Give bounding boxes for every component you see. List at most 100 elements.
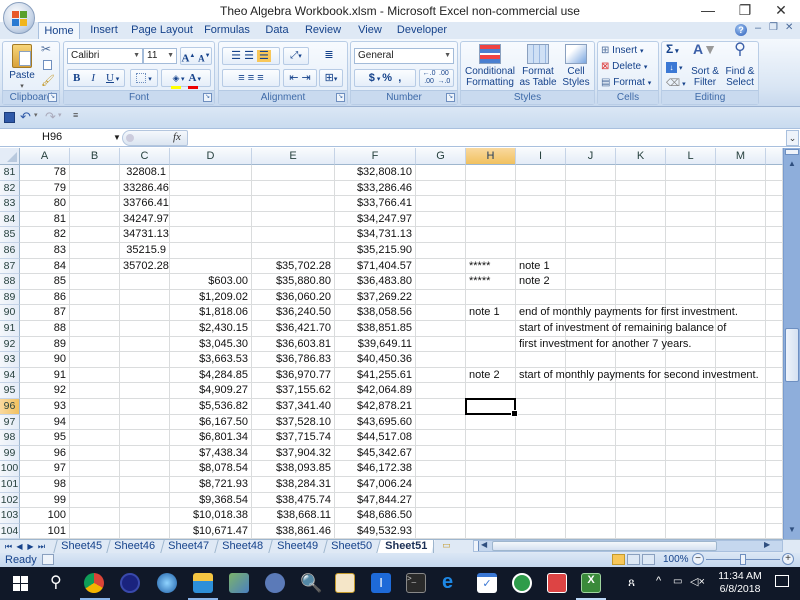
cell-a92[interactable]: 89 bbox=[20, 336, 70, 353]
undo-icon[interactable]: ↶ bbox=[20, 109, 31, 125]
cell-m93[interactable] bbox=[716, 352, 766, 368]
cut-icon[interactable]: ✂ bbox=[41, 43, 51, 55]
cell-n82[interactable] bbox=[766, 180, 783, 197]
horizontal-scrollbar[interactable]: ◀ ▶ bbox=[473, 540, 783, 552]
cell-l85[interactable] bbox=[666, 227, 716, 243]
cell-a100[interactable]: 97 bbox=[20, 461, 70, 477]
cell-a94[interactable]: 91 bbox=[20, 367, 70, 384]
cell-j87[interactable] bbox=[566, 258, 616, 275]
cell-h100[interactable] bbox=[466, 461, 516, 477]
cell-k89[interactable] bbox=[616, 289, 666, 306]
fill-color-icon[interactable]: ◈ bbox=[170, 70, 181, 89]
cell-e91[interactable]: $36,421.70 bbox=[252, 321, 335, 337]
fill-button[interactable]: ↓ ▾ bbox=[666, 62, 682, 74]
cell-g98[interactable] bbox=[416, 430, 466, 446]
cell-j83[interactable] bbox=[566, 196, 616, 212]
cell-i85[interactable] bbox=[516, 227, 566, 243]
cell-n87[interactable] bbox=[766, 258, 783, 275]
cell-b103[interactable] bbox=[70, 508, 120, 524]
tab-split-handle[interactable] bbox=[474, 541, 479, 551]
close-button[interactable]: ✕ bbox=[763, 0, 799, 22]
select-all-button[interactable] bbox=[0, 148, 20, 165]
cell-b97[interactable] bbox=[70, 414, 120, 431]
cell-d85[interactable] bbox=[170, 227, 252, 243]
cell-h87[interactable]: ***** bbox=[466, 258, 516, 275]
cell-b93[interactable] bbox=[70, 352, 120, 368]
file-explorer-icon[interactable] bbox=[193, 573, 213, 593]
cell-g82[interactable] bbox=[416, 180, 466, 197]
cell-g87[interactable] bbox=[416, 258, 466, 275]
cell-e89[interactable]: $36,060.20 bbox=[252, 289, 335, 306]
cell-f102[interactable]: $47,844.27 bbox=[335, 492, 416, 509]
percent-button[interactable]: % bbox=[382, 72, 392, 84]
cell-m84[interactable] bbox=[716, 211, 766, 228]
cell-n81[interactable] bbox=[766, 165, 783, 181]
cell-d84[interactable] bbox=[170, 211, 252, 228]
tab-home[interactable]: Home bbox=[38, 22, 80, 39]
excel-icon[interactable]: X bbox=[581, 573, 601, 593]
cell-f98[interactable]: $44,517.08 bbox=[335, 430, 416, 446]
cell-f101[interactable]: $47,006.24 bbox=[335, 477, 416, 493]
cell-b83[interactable] bbox=[70, 196, 120, 212]
cell-d92[interactable]: $3,045.30 bbox=[170, 336, 252, 353]
cell-m86[interactable] bbox=[716, 243, 766, 259]
cell-b89[interactable] bbox=[70, 289, 120, 306]
cell-m97[interactable] bbox=[716, 414, 766, 431]
cell-d91[interactable]: $2,430.15 bbox=[170, 321, 252, 337]
cell-l102[interactable] bbox=[666, 492, 716, 509]
cell-b84[interactable] bbox=[70, 211, 120, 228]
cell-h97[interactable] bbox=[466, 414, 516, 431]
column-header-c[interactable]: C bbox=[120, 148, 170, 165]
cell-c81[interactable]: 32808.1 bbox=[120, 165, 170, 181]
sheet-tab-sheet45[interactable]: Sheet45 bbox=[53, 540, 109, 553]
cell-n94[interactable] bbox=[766, 367, 783, 384]
cell-n102[interactable] bbox=[766, 492, 783, 509]
cell-h81[interactable] bbox=[466, 165, 516, 181]
align-bottom-icon[interactable]: ☰ bbox=[257, 50, 271, 62]
cell-l95[interactable] bbox=[666, 383, 716, 399]
cell-g83[interactable] bbox=[416, 196, 466, 212]
clear-button[interactable]: ⌫ ▾ bbox=[666, 78, 686, 90]
row-header[interactable]: 86 bbox=[0, 243, 20, 259]
cell-m95[interactable] bbox=[716, 383, 766, 399]
page-break-view-icon[interactable] bbox=[642, 554, 655, 565]
row-header[interactable]: 90 bbox=[0, 305, 20, 321]
cell-h103[interactable] bbox=[466, 508, 516, 524]
cell-j104[interactable] bbox=[566, 523, 616, 539]
cell-a90[interactable]: 87 bbox=[20, 305, 70, 321]
cell-k88[interactable] bbox=[616, 274, 666, 290]
format-cells-button[interactable]: ▤ Format ▾ bbox=[601, 77, 651, 89]
cell-h88[interactable]: ***** bbox=[466, 274, 516, 290]
cell-c99[interactable] bbox=[120, 445, 170, 462]
cell-l97[interactable] bbox=[666, 414, 716, 431]
cell-l96[interactable] bbox=[666, 399, 716, 415]
sheet-tab-sheet51[interactable]: Sheet51 bbox=[376, 540, 435, 553]
workbook-restore-button[interactable]: ❐ bbox=[769, 22, 778, 33]
cell-n89[interactable] bbox=[766, 289, 783, 306]
vertical-scrollbar[interactable]: ▲ ▼ bbox=[783, 148, 800, 539]
sheet-tab-sheet50[interactable]: Sheet50 bbox=[323, 540, 379, 553]
cell-e95[interactable]: $37,155.62 bbox=[252, 383, 335, 399]
insert-cells-button[interactable]: ⊞ Insert ▾ bbox=[601, 45, 643, 57]
sheet-tab-sheet48[interactable]: Sheet48 bbox=[214, 540, 270, 553]
active-cell-outline[interactable] bbox=[465, 398, 518, 417]
number-format-combo[interactable]: General ▼ bbox=[354, 48, 454, 64]
cell-k86[interactable] bbox=[616, 243, 666, 259]
cell-k97[interactable] bbox=[616, 414, 666, 431]
cell-b85[interactable] bbox=[70, 227, 120, 243]
cell-l104[interactable] bbox=[666, 523, 716, 539]
cell-k95[interactable] bbox=[616, 383, 666, 399]
cell-j93[interactable] bbox=[566, 352, 616, 368]
cell-h94[interactable]: note 2 bbox=[466, 367, 516, 384]
workbook-close-button[interactable]: ✕ bbox=[785, 22, 793, 33]
cell-i92[interactable]: first investment for another 7 years. bbox=[516, 336, 691, 353]
cell-k99[interactable] bbox=[616, 445, 666, 462]
row-header[interactable]: 93 bbox=[0, 352, 20, 368]
cell-k83[interactable] bbox=[616, 196, 666, 212]
cell-h92[interactable] bbox=[466, 336, 516, 353]
cell-k87[interactable] bbox=[616, 258, 666, 275]
align-left-icon[interactable]: ≡ bbox=[238, 72, 244, 84]
cell-d94[interactable]: $4,284.85 bbox=[170, 367, 252, 384]
macro-record-icon[interactable] bbox=[42, 554, 54, 565]
cell-g99[interactable] bbox=[416, 445, 466, 462]
